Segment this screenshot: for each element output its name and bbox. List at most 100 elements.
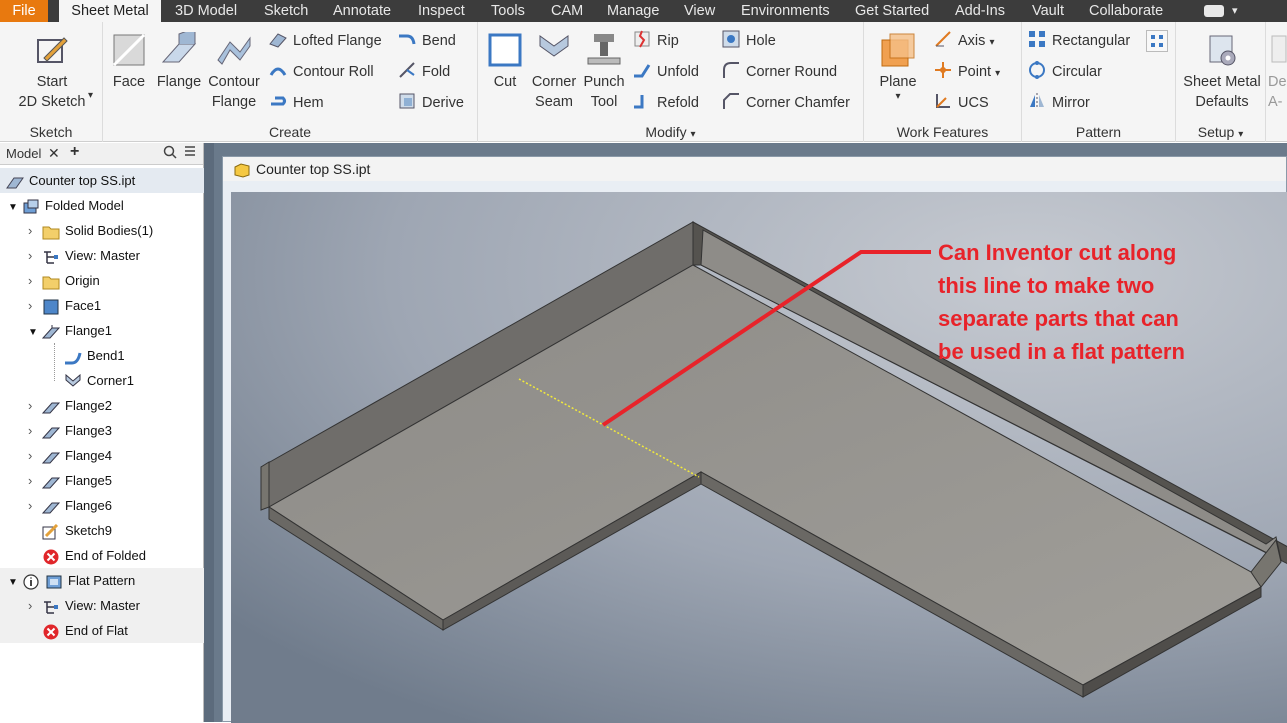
model-tab[interactable]: Model — [6, 146, 41, 161]
tab-environments[interactable]: Environments — [741, 0, 830, 22]
tab-3d-model[interactable]: 3D Model — [175, 0, 237, 22]
point-button[interactable]: Point ▾ — [934, 60, 1000, 84]
rip-button[interactable]: Rip — [633, 29, 679, 53]
info-icon — [22, 573, 40, 590]
tab-collaborate[interactable]: Collaborate — [1089, 0, 1163, 22]
tab-add-ins[interactable]: Add-Ins — [955, 0, 1005, 22]
file-tab[interactable]: File — [0, 0, 48, 22]
tab-get-started[interactable]: Get Started — [855, 0, 929, 22]
tree-item-flange1[interactable]: ▼ Flange1 — [28, 318, 112, 343]
chevron-down-icon: ▾ — [895, 91, 901, 102]
ucs-button[interactable]: UCS — [934, 91, 989, 115]
corner-round-label: Corner Round — [746, 64, 838, 80]
tree-item-flange3[interactable]: › Flange3 — [28, 418, 112, 443]
tree-item-view-master[interactable]: › View: Master — [28, 243, 140, 268]
end-of-part-icon — [42, 623, 60, 640]
tab-tools[interactable]: Tools — [491, 0, 525, 22]
document-title-bar[interactable]: Counter top SS.ipt — [223, 157, 1286, 181]
tree-item-origin[interactable]: › Origin — [28, 268, 100, 293]
tab-sketch[interactable]: Sketch — [264, 0, 308, 22]
tree-item-bend1[interactable]: Bend1 — [64, 343, 125, 368]
axis-button[interactable]: Axis ▾ — [934, 29, 994, 53]
panel-title-setup[interactable]: Setup ▾ — [1176, 124, 1265, 140]
tree-item-folded-model[interactable]: ▼ Folded Model — [8, 193, 124, 218]
tab-annotate[interactable]: Annotate — [333, 0, 391, 22]
tab-manage[interactable]: Manage — [607, 0, 659, 22]
fold-button[interactable]: Fold — [398, 60, 450, 84]
graphics-viewport[interactable]: Can Inventor cut along this line to make… — [231, 192, 1287, 723]
tree-item-corner1[interactable]: Corner1 — [64, 368, 134, 393]
menu-icon[interactable] — [183, 144, 197, 161]
cut-button[interactable]: Cut — [482, 26, 528, 92]
tree-item-flat-view-master[interactable]: › View: Master — [28, 593, 140, 618]
tree-item-solid-bodies[interactable]: › Solid Bodies(1) — [28, 218, 153, 243]
tree-item-flange2[interactable]: › Flange2 — [28, 393, 112, 418]
corner-round-button[interactable]: Corner Round — [722, 60, 837, 84]
chevron-down-icon[interactable]: ▾ — [88, 90, 93, 101]
rectangular-pattern-button[interactable]: Rectangular — [1028, 29, 1130, 53]
contour-flange-button[interactable]: Contour Flange — [205, 26, 263, 112]
derive-button[interactable]: Derive — [398, 91, 464, 115]
bend-button[interactable]: Bend — [398, 29, 456, 53]
tree-item-flange5[interactable]: › Flange5 — [28, 468, 112, 493]
tab-sheet-metal[interactable]: Sheet Metal — [59, 0, 161, 22]
refold-button[interactable]: Refold — [633, 91, 699, 115]
tab-inspect[interactable]: Inspect — [418, 0, 465, 22]
start-label: Start — [36, 74, 68, 90]
circular-pattern-button[interactable]: Circular — [1028, 60, 1102, 84]
panel-title-modify[interactable]: Modify ▾ — [478, 124, 863, 140]
add-icon[interactable]: + — [70, 143, 79, 161]
tab-view[interactable]: View — [684, 0, 715, 22]
contour-flange-icon — [216, 32, 252, 68]
chevron-down-icon[interactable]: ▾ — [1232, 0, 1238, 22]
truncated-tool-button[interactable]: De A- — [1268, 26, 1287, 112]
hole-button[interactable]: Hole — [722, 29, 776, 53]
corner-seam-button[interactable]: Corner Seam — [528, 26, 580, 112]
face-button[interactable]: Face — [107, 26, 151, 92]
tree-item-sketch9[interactable]: Sketch9 — [42, 518, 112, 543]
punch-tool-icon — [586, 32, 622, 68]
mirror-button[interactable]: Mirror — [1028, 91, 1090, 115]
tree-root[interactable]: Counter top SS.ipt — [6, 168, 135, 193]
derive-icon — [398, 92, 416, 110]
face-label: Face — [112, 74, 146, 90]
search-icon[interactable] — [163, 145, 177, 162]
point-label: Point — [958, 64, 992, 80]
tree-item-flange6[interactable]: › Flange6 — [28, 493, 112, 518]
tree-item-face1[interactable]: › Face1 — [28, 293, 101, 318]
close-icon[interactable]: ✕ — [48, 145, 60, 162]
plane-button[interactable]: Plane ▾ — [870, 26, 926, 102]
panel-splitter[interactable] — [204, 143, 214, 722]
truncated-label-2: A- — [1268, 94, 1283, 110]
unfold-icon — [633, 61, 651, 79]
tree-item-end-of-flat[interactable]: End of Flat — [42, 618, 128, 643]
2d-sketch-label: 2D Sketch — [18, 94, 86, 110]
flange-icon — [41, 448, 61, 464]
corner-label: Corner — [531, 74, 577, 90]
view-master-label: View: Master — [65, 248, 140, 263]
tree-item-end-of-folded[interactable]: End of Folded — [42, 543, 146, 568]
lofted-flange-button[interactable]: Lofted Flange — [269, 29, 382, 53]
tree-item-flange4[interactable]: › Flange4 — [28, 443, 112, 468]
ribbon-toggle-icon[interactable] — [1204, 5, 1224, 17]
flange-label: Flange — [156, 74, 202, 90]
flange-button[interactable]: Flange — [153, 26, 205, 92]
unfold-label: Unfold — [657, 64, 699, 80]
hem-button[interactable]: Hem — [269, 91, 324, 115]
tree-item-flat-pattern[interactable]: ▼ Flat Pattern — [8, 568, 135, 593]
ribbon: Start 2D Sketch ▾ Sketch Face Flange Con… — [0, 22, 1287, 142]
contour-roll-button[interactable]: Contour Roll — [269, 60, 374, 84]
start-2d-sketch-button[interactable]: Start 2D Sketch — [10, 26, 94, 112]
tab-cam[interactable]: CAM — [551, 0, 583, 22]
refold-label: Refold — [657, 95, 699, 111]
folded-model-label: Folded Model — [45, 198, 124, 213]
sheet-metal-defaults-button[interactable]: Sheet Metal Defaults — [1178, 26, 1266, 112]
contour-roll-icon — [269, 61, 287, 79]
corner-chamfer-button[interactable]: Corner Chamfer — [722, 91, 850, 115]
annotation-line-4: be used in a flat pattern — [938, 339, 1185, 364]
pattern-options-button[interactable] — [1146, 30, 1168, 52]
model-view[interactable]: Can Inventor cut along this line to make… — [231, 192, 1287, 723]
tab-vault[interactable]: Vault — [1032, 0, 1064, 22]
unfold-button[interactable]: Unfold — [633, 60, 699, 84]
punch-tool-button[interactable]: Punch Tool — [580, 26, 628, 112]
